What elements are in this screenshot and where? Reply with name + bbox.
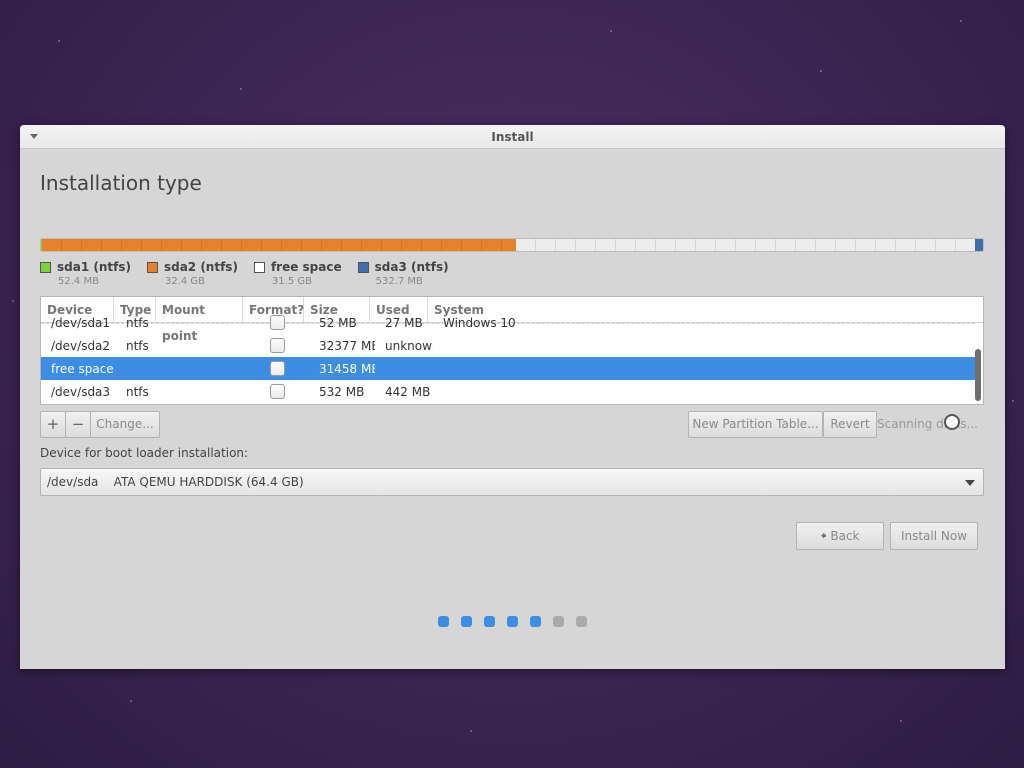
legend-item-free-space: free space 31.5 GB bbox=[253, 260, 342, 287]
bootloader-selected-value: /dev/sda ATA QEMU HARDDISK (64.4 GB) bbox=[47, 475, 304, 489]
cell-size: 52 MB bbox=[319, 315, 357, 330]
installer-window: Install Installation type sda1 (ntfs) 52… bbox=[20, 125, 1005, 669]
progress-step-dot bbox=[438, 616, 449, 627]
new-partition-table-button[interactable]: New Partition Table... bbox=[688, 411, 823, 438]
legend-swatch bbox=[146, 261, 158, 273]
table-row[interactable]: /dev/sda1 ntfs 52 MB 27 MB Windows 10 bbox=[41, 311, 975, 334]
cell-size: 532 MB bbox=[319, 384, 365, 399]
legend-swatch bbox=[357, 261, 369, 273]
partition-table[interactable]: Device Type Mount point Format? Size Use… bbox=[40, 296, 984, 405]
cell-used: 27 MB bbox=[385, 315, 423, 330]
progress-step-dot bbox=[530, 616, 541, 627]
cell-size: 32377 MB bbox=[319, 338, 375, 353]
cell-used: 442 MB bbox=[385, 384, 431, 399]
format-checkbox[interactable] bbox=[270, 315, 285, 330]
window-menu-icon[interactable] bbox=[30, 134, 38, 139]
cell-system: Windows 10 bbox=[443, 315, 516, 330]
table-body: /dev/sda1 ntfs 52 MB 27 MB Windows 10 /d… bbox=[41, 315, 983, 404]
cell-type: ntfs bbox=[126, 338, 149, 353]
progress-step-dot bbox=[576, 616, 587, 627]
chevron-down-icon bbox=[965, 480, 975, 486]
cell-device: /dev/sda1 bbox=[51, 315, 111, 330]
table-row-selected[interactable]: free space 31458 MB bbox=[41, 357, 975, 380]
legend-swatch bbox=[40, 261, 51, 273]
arrow-left-icon: 🠸 bbox=[820, 529, 827, 543]
progress-step-dot bbox=[484, 616, 495, 627]
legend-swatch bbox=[253, 261, 265, 273]
back-button-label: Back bbox=[830, 529, 860, 543]
cell-used: unknown bbox=[385, 338, 433, 353]
progress-step-dot bbox=[507, 616, 518, 627]
progress-steps bbox=[438, 616, 587, 627]
cell-size: 31458 MB bbox=[319, 361, 375, 376]
table-row[interactable]: /dev/sda3 ntfs 532 MB 442 MB bbox=[41, 380, 975, 403]
partition-bar bbox=[40, 238, 984, 252]
legend-item-sda3: sda3 (ntfs) 532.7 MB bbox=[357, 260, 449, 287]
format-checkbox[interactable] bbox=[270, 338, 285, 353]
legend-item-sda2: sda2 (ntfs) 32.4 GB bbox=[146, 260, 238, 287]
window-title: Install bbox=[491, 130, 534, 144]
title-bar: Install bbox=[20, 125, 1005, 149]
cell-device: /dev/sda2 bbox=[51, 338, 111, 353]
cell-device: /dev/sda3 bbox=[51, 384, 111, 399]
scanning-status: Scanning disks... bbox=[877, 417, 978, 431]
legend-size: 31.5 GB bbox=[271, 276, 312, 287]
add-partition-button[interactable]: + bbox=[40, 411, 66, 438]
partition-bar-sda2 bbox=[42, 239, 516, 251]
bootloader-label: Device for boot loader installation: bbox=[40, 446, 249, 460]
legend-size: 32.4 GB bbox=[164, 276, 206, 287]
back-button[interactable]: 🠸 Back bbox=[796, 522, 884, 550]
legend-item-sda1: sda1 (ntfs) 52.4 MB bbox=[40, 260, 131, 287]
format-checkbox[interactable] bbox=[270, 361, 285, 376]
cell-device: free space bbox=[51, 361, 114, 376]
legend-size: 52.4 MB bbox=[58, 276, 99, 287]
cell-type: ntfs bbox=[126, 315, 149, 330]
partition-legend: sda1 (ntfs) 52.4 MB sda2 (ntfs) 32.4 GB … bbox=[40, 260, 449, 287]
remove-partition-button[interactable]: − bbox=[65, 411, 91, 438]
cell-type: ntfs bbox=[126, 384, 149, 399]
legend-label: sda1 (ntfs) bbox=[57, 260, 131, 274]
progress-step-dot bbox=[461, 616, 472, 627]
legend-size: 532.7 MB bbox=[375, 276, 423, 287]
change-partition-button[interactable]: Change... bbox=[90, 411, 160, 438]
table-scrollbar[interactable] bbox=[975, 349, 981, 401]
revert-button[interactable]: Revert bbox=[823, 411, 877, 438]
table-row[interactable]: /dev/sda2 ntfs 32377 MB unknown bbox=[41, 334, 975, 357]
format-checkbox[interactable] bbox=[270, 384, 285, 399]
bootloader-device-select[interactable]: /dev/sda ATA QEMU HARDDISK (64.4 GB) bbox=[40, 468, 984, 496]
partition-bar-free-space bbox=[515, 239, 976, 251]
progress-step-dot bbox=[553, 616, 564, 627]
legend-label: free space bbox=[270, 260, 342, 274]
page-title: Installation type bbox=[40, 171, 202, 195]
partition-bar-sda3 bbox=[975, 239, 983, 251]
legend-label: sda3 (ntfs) bbox=[374, 260, 449, 274]
legend-label: sda2 (ntfs) bbox=[163, 260, 238, 274]
install-now-button[interactable]: Install Now bbox=[890, 522, 978, 550]
spinner-icon bbox=[944, 414, 960, 430]
